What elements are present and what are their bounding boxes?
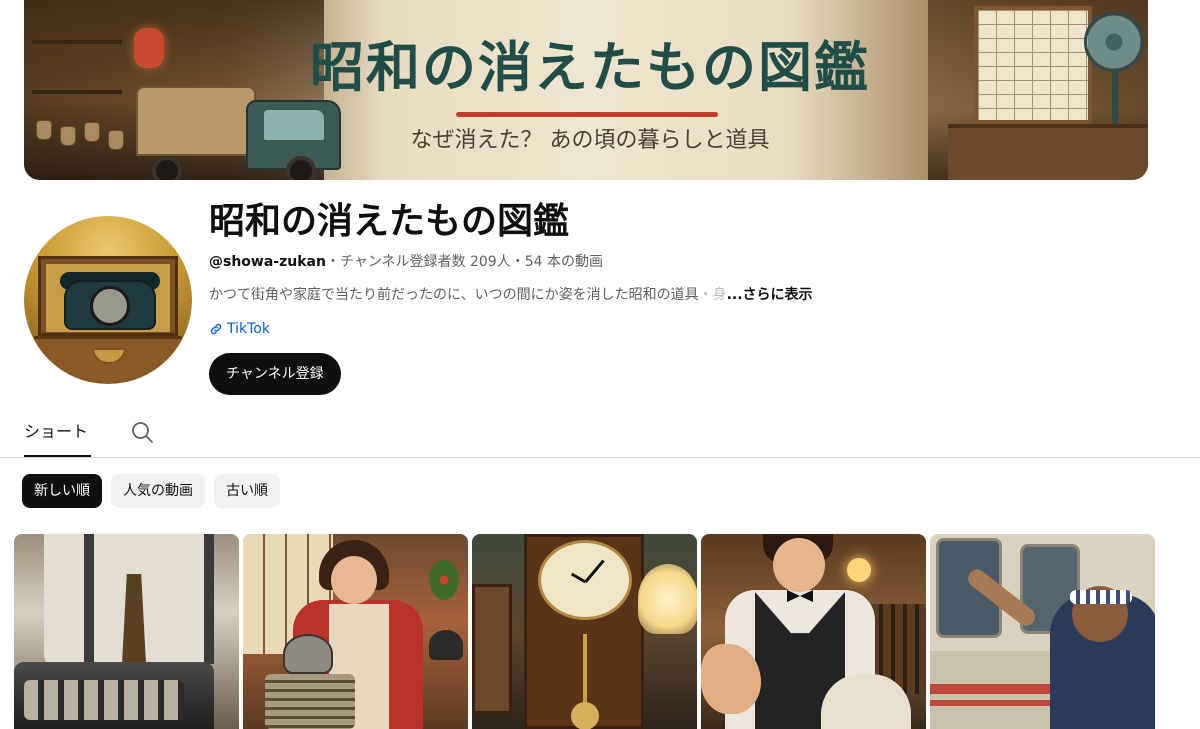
- tab-shorts[interactable]: ショート: [24, 420, 88, 444]
- sort-chips: 新しい順 人気の動画 古い順: [22, 474, 280, 508]
- tiktok-link-label: TikTok: [227, 321, 270, 337]
- chip-oldest[interactable]: 古い順: [214, 474, 280, 508]
- chip-popular[interactable]: 人気の動画: [111, 474, 205, 508]
- tab-active-indicator: [24, 455, 91, 457]
- banner-lantern: [134, 28, 164, 68]
- tiktok-link[interactable]: TikTok: [209, 319, 270, 339]
- banner-shelf: [32, 90, 122, 94]
- banner-desk: [948, 124, 1148, 180]
- search-icon[interactable]: [130, 420, 154, 444]
- short-thumbnail[interactable]: [701, 534, 926, 729]
- channel-banner: 昭和の消えたもの図鑑 なぜ消えた？ あの頃の暮らしと道具: [24, 0, 1148, 180]
- banner-notice-board: [974, 6, 1092, 124]
- channel-description-fade: ・身: [698, 287, 727, 303]
- channel-tabs: ショート: [0, 410, 1200, 458]
- banner-underline: [456, 112, 718, 117]
- banner-jar: [60, 126, 76, 146]
- channel-stats: ・チャンネル登録者数 209人・54 本の動画: [325, 254, 603, 270]
- banner-fan-stand: [1112, 70, 1118, 130]
- chip-newest[interactable]: 新しい順: [22, 474, 102, 508]
- channel-description[interactable]: かつて街角や家庭で当たり前だったのに、いつの間にか姿を消した昭和の道具・身...…: [209, 285, 813, 305]
- banner-shelf: [32, 40, 122, 44]
- channel-handle: @showa-zukan: [209, 254, 326, 270]
- subscribe-button[interactable]: チャンネル登録: [209, 353, 341, 395]
- short-thumbnail[interactable]: [14, 534, 239, 729]
- short-thumbnail[interactable]: [243, 534, 468, 729]
- banner-jar: [36, 120, 52, 140]
- banner-jar: [84, 122, 100, 142]
- shorts-grid: [14, 534, 1155, 729]
- short-thumbnail[interactable]: [930, 534, 1155, 729]
- channel-avatar[interactable]: [24, 216, 192, 384]
- link-icon: [210, 323, 222, 335]
- channel-name: 昭和の消えたもの図鑑: [209, 201, 570, 242]
- banner-jar: [108, 130, 124, 150]
- channel-meta: @showa-zukan・チャンネル登録者数 209人・54 本の動画: [209, 252, 603, 272]
- fan-icon: [1084, 12, 1144, 72]
- banner-subtitle: なぜ消えた？ あの頃の暮らしと道具: [410, 128, 770, 153]
- show-more-link[interactable]: ...さらに表示: [727, 287, 813, 303]
- channel-description-text: かつて街角や家庭で当たり前だったのに、いつの間にか姿を消した昭和の道具: [209, 287, 699, 303]
- banner-title: 昭和の消えたもの図鑑: [310, 36, 870, 99]
- short-thumbnail[interactable]: [472, 534, 697, 729]
